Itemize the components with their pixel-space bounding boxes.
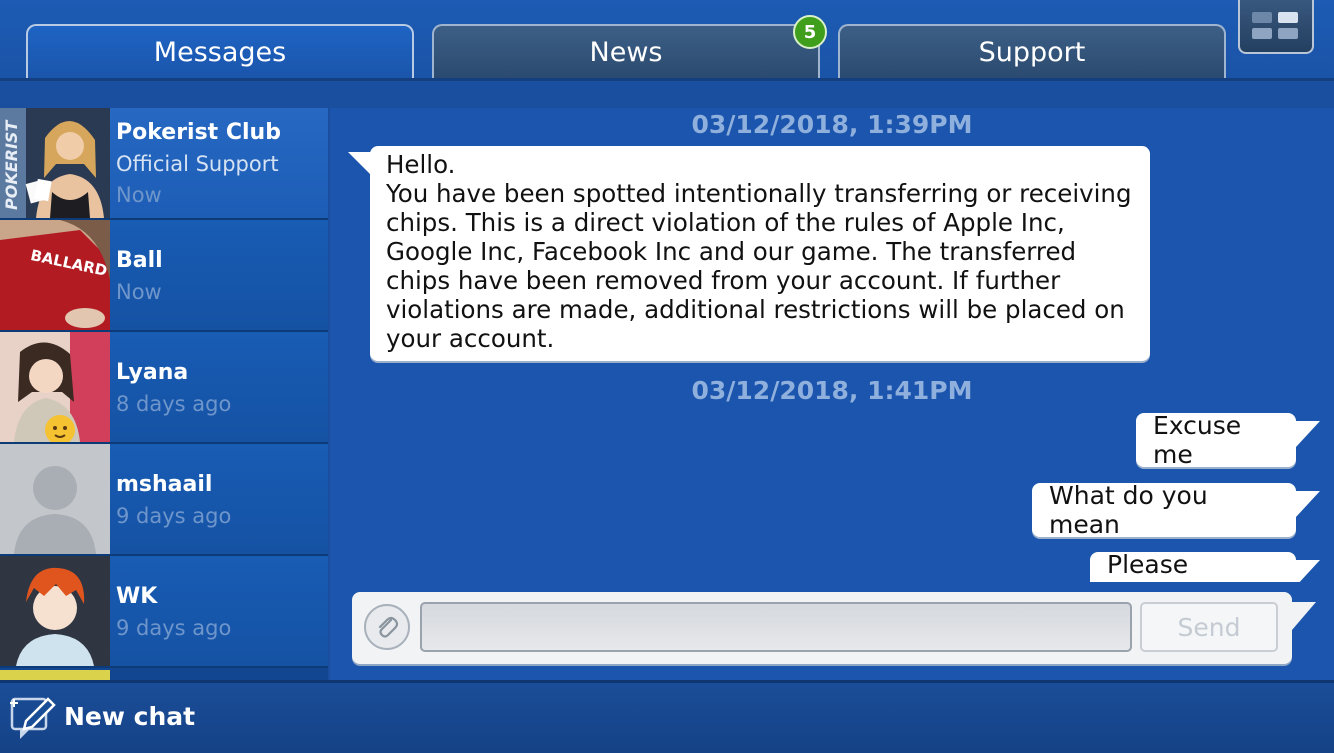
bottom-bar: New chat [0,680,1334,753]
contact-time: Now [116,183,162,207]
compose-bar: Send [352,592,1292,664]
avatar [0,332,110,442]
tab-news[interactable]: News [432,24,820,78]
pokerist-logo-text: POKERIST [2,120,21,210]
tab-support[interactable]: Support [838,24,1226,78]
contact-name: Ball [116,248,163,273]
outgoing-message-text: Please explain [1107,550,1198,582]
outgoing-message: Excuse me [1136,411,1296,469]
tab-messages-label: Messages [153,36,287,68]
send-button-label: Send [1177,612,1241,642]
tab-support-label: Support [978,36,1086,68]
contact-name: Lyana [116,360,189,385]
paperclip-icon [378,616,399,638]
incoming-message-text: Hello. You have been spotted intentional… [386,150,1132,353]
default-avatar-icon [0,444,110,554]
attach-button[interactable] [364,604,410,650]
contact-name: Pokerist Club [116,120,281,145]
contact-time: 9 days ago [116,504,232,528]
contact-pokerist-club[interactable]: POKERIST Pokerist Club Official Support … [0,108,328,220]
outgoing-message-text: Excuse me [1153,411,1242,469]
news-badge: 5 [793,15,827,49]
contact-time: 9 days ago [116,616,232,640]
incoming-message: Hello. You have been spotted intentional… [370,146,1150,361]
contact-time: 8 days ago [116,392,232,416]
tab-messages[interactable]: Messages [26,24,414,78]
avatar [0,556,110,666]
date-stamp: 03/12/2018, 1:41PM [691,376,973,405]
contact-lyana[interactable]: Lyana 8 days ago [0,332,328,444]
contact-ball[interactable]: BALLARD Ball Now [0,220,328,332]
new-chat-button[interactable] [8,691,58,745]
contact-mshaail[interactable]: mshaail 9 days ago [0,444,328,556]
top-tab-bar: Messages News 5 Support [0,0,1334,81]
new-chat-label[interactable]: New chat [64,702,195,731]
bubble-tail [1296,560,1320,582]
contact-time: Now [116,280,162,304]
message-input[interactable] [420,602,1132,652]
avatar: BALLARD [0,220,110,330]
contact-name: WK [116,584,158,609]
outgoing-message: What do you mean [1032,481,1296,539]
compose-tail [1292,602,1316,630]
contact-wk[interactable]: WK 9 days ago [0,556,328,668]
outgoing-message: Please explain [1090,550,1296,582]
avatar: POKERIST [0,108,110,218]
scroll-clip: Please explain [330,548,1334,582]
next-contact-peek [0,670,110,680]
bubble-tail [1296,421,1320,447]
date-stamp: 03/12/2018, 1:39PM [691,110,973,139]
bubble-tail [1296,491,1320,517]
grid-menu-button[interactable] [1238,0,1314,54]
chat-panel: 03/12/2018, 1:39PM Hello. You have been … [330,108,1334,680]
contact-name: mshaail [116,472,213,497]
tab-news-label: News [589,36,663,68]
contact-subtitle: Official Support [116,152,279,176]
outgoing-message-text: What do you mean [1049,481,1208,539]
compose-pencil-icon [10,697,56,739]
send-button[interactable]: Send [1140,602,1278,652]
contact-list: POKERIST Pokerist Club Official Support … [0,108,328,680]
